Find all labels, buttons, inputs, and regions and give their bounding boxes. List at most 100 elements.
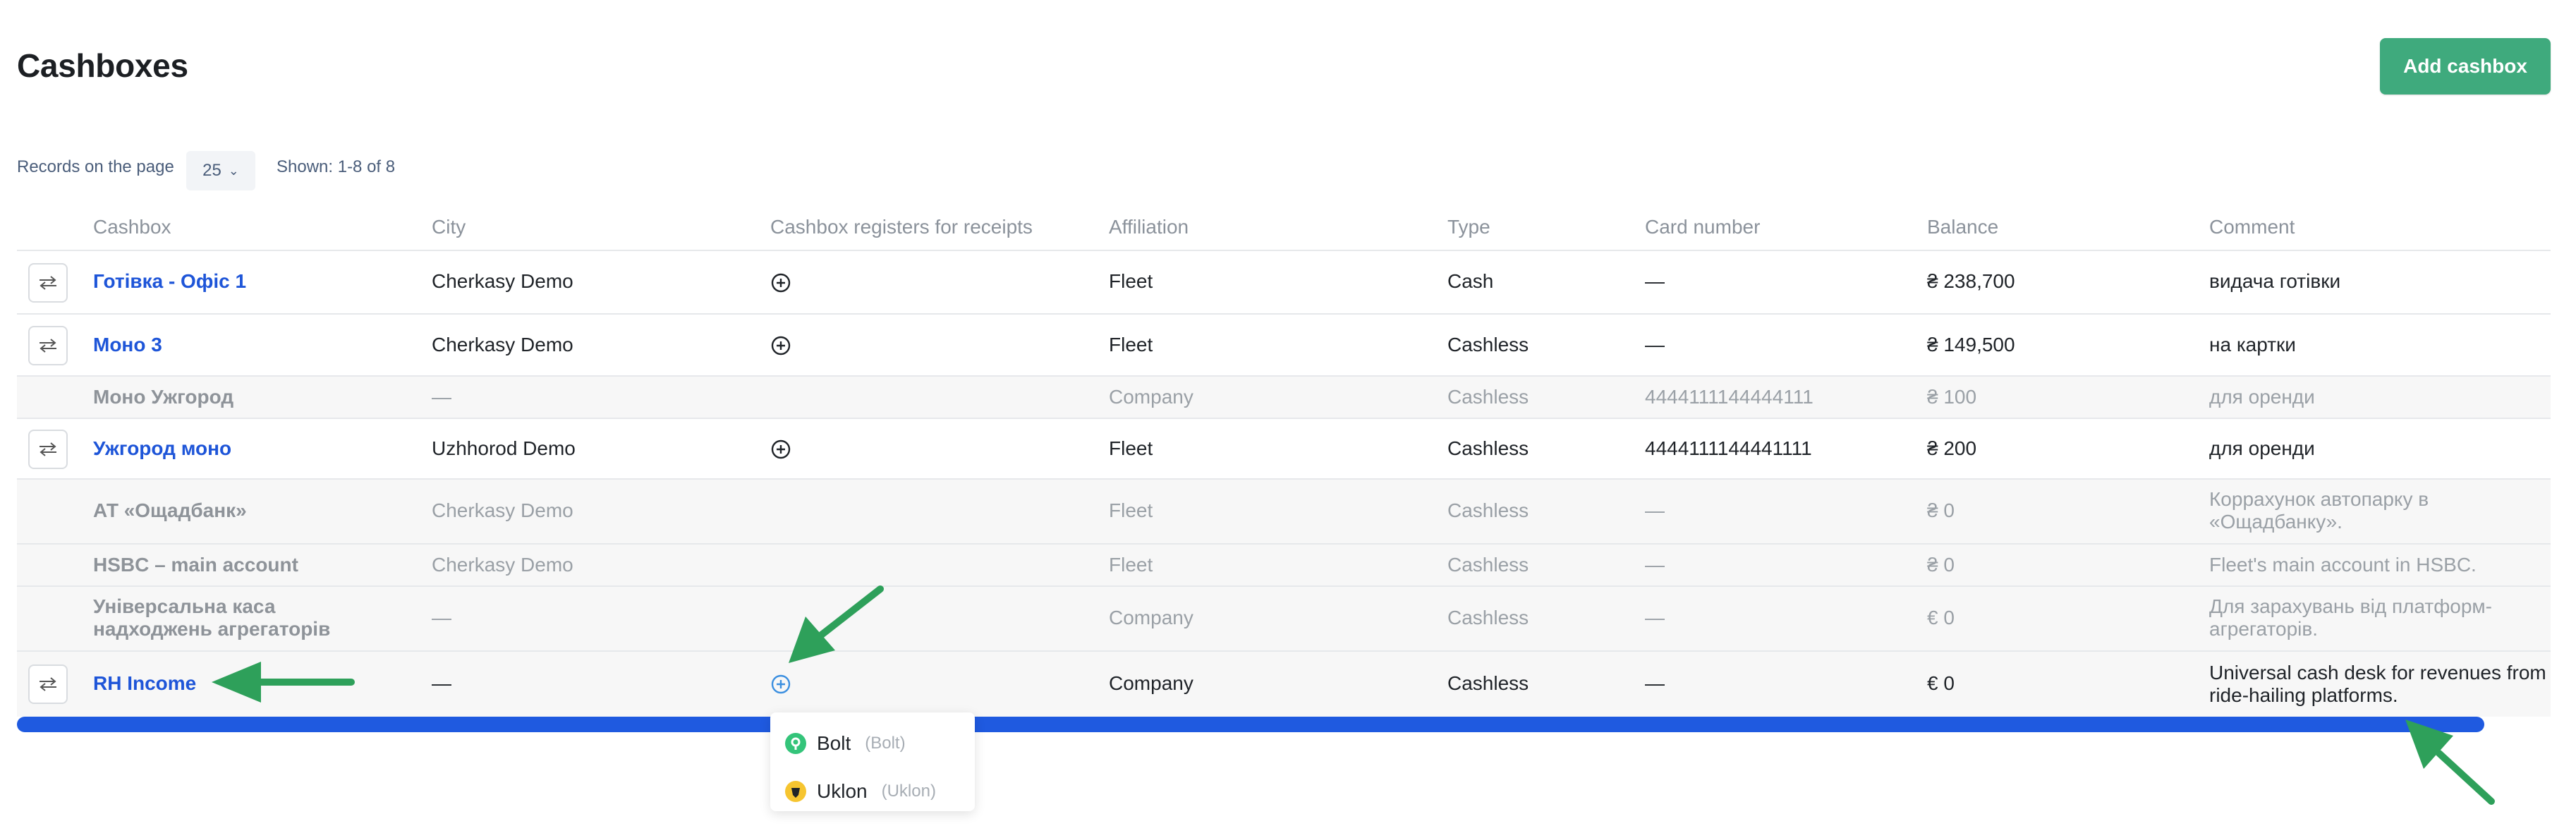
type-cell: Cashless <box>1447 437 1529 459</box>
comment-cell: видача готівки <box>2209 270 2341 292</box>
type-cell: Cashless <box>1447 554 1529 576</box>
card-cell: — <box>1645 554 1665 576</box>
add-register-icon[interactable] <box>770 335 791 356</box>
balance-cell: ₴ 0 <box>1927 554 1955 576</box>
dropdown-item-label: Uklon <box>817 780 868 802</box>
balance-cell: ₴ 0 <box>1927 499 1955 521</box>
col-balance[interactable]: Balance <box>1927 216 1998 238</box>
city-cell: — <box>432 672 451 694</box>
col-cashbox[interactable]: Cashbox <box>93 216 171 238</box>
card-cell: — <box>1645 607 1665 628</box>
table-row[interactable]: Моно Ужгород — Company Cashless 44441111… <box>17 375 2551 418</box>
bolt-icon <box>785 733 806 754</box>
card-cell: 4444111144441111 <box>1645 437 1812 459</box>
cashbox-name-link[interactable]: Ужгород моно <box>93 437 231 460</box>
records-per-page-label: Records on the page <box>17 157 174 176</box>
col-city[interactable]: City <box>432 216 466 238</box>
comment-cell: на картки <box>2209 334 2296 356</box>
type-cell: Cashless <box>1447 499 1529 521</box>
transfer-icon <box>40 442 56 456</box>
table-row[interactable]: Готівка - Офіс 1 Cherkasy Demo Fleet Cas… <box>17 250 2551 313</box>
affiliation-cell: Fleet <box>1109 499 1153 521</box>
add-cashbox-button[interactable]: Add cashbox <box>2380 38 2551 95</box>
uklon-icon <box>785 781 806 802</box>
table-row[interactable]: Ужгород моно Uzhhorod Demo Fleet Cashles… <box>17 418 2551 478</box>
table-row[interactable]: RH Income — Company Cashless — € 0 Unive… <box>17 650 2551 717</box>
per-page-select[interactable]: 25 ⌄ <box>186 151 255 190</box>
type-cell: Cashless <box>1447 607 1529 628</box>
balance-cell: ₴ 149,500 <box>1927 334 2015 356</box>
col-registers[interactable]: Cashbox registers for receipts <box>770 216 1033 238</box>
affiliation-cell: Company <box>1109 607 1193 628</box>
city-cell: Cherkasy Demo <box>432 554 573 576</box>
affiliation-cell: Fleet <box>1109 270 1153 292</box>
col-comment[interactable]: Comment <box>2209 216 2295 238</box>
col-card-number[interactable]: Card number <box>1645 216 1760 238</box>
col-type[interactable]: Type <box>1447 216 1490 238</box>
affiliation-cell: Company <box>1109 386 1193 408</box>
city-cell: Cherkasy Demo <box>432 499 573 521</box>
col-affiliation[interactable]: Affiliation <box>1109 216 1189 238</box>
card-cell: — <box>1645 499 1665 521</box>
card-cell: — <box>1645 334 1665 356</box>
dropdown-item-sub: (Bolt) <box>865 734 906 753</box>
transfer-button[interactable] <box>28 326 68 365</box>
cashbox-name-link[interactable]: RH Income <box>93 672 196 695</box>
transfer-icon <box>40 677 56 691</box>
table-row[interactable]: АТ «Ощадбанк» Cherkasy Demo Fleet Cashle… <box>17 478 2551 543</box>
dropdown-item-uklon[interactable]: Uklon (Uklon) <box>784 776 936 807</box>
cashbox-name: АТ «Ощадбанк» <box>93 499 247 521</box>
comment-cell: Коррахунок автопарку в «Ощадбанку». <box>2209 488 2429 533</box>
shown-count: Shown: 1-8 of 8 <box>277 157 396 176</box>
cashbox-name-link[interactable]: Готівка - Офіс 1 <box>93 270 246 293</box>
page-title: Cashboxes <box>17 47 188 84</box>
transfer-icon <box>40 276 56 290</box>
balance-cell: € 0 <box>1927 672 1955 694</box>
horizontal-scrollbar[interactable] <box>17 717 2484 732</box>
balance-cell: ₴ 200 <box>1927 437 1977 459</box>
add-register-icon[interactable] <box>770 674 791 695</box>
transfer-button[interactable] <box>28 263 68 303</box>
card-cell: 4444111144444111 <box>1645 386 1813 408</box>
city-cell: Uzhhorod Demo <box>432 437 576 459</box>
comment-cell: для оренди <box>2209 437 2315 459</box>
table-row[interactable]: HSBC – main account Cherkasy Demo Fleet … <box>17 543 2551 585</box>
type-cell: Cashless <box>1447 672 1529 694</box>
type-cell: Cashless <box>1447 386 1529 408</box>
transfer-button[interactable] <box>28 430 68 469</box>
city-cell: Cherkasy Demo <box>432 270 573 292</box>
chevron-down-icon: ⌄ <box>228 163 239 178</box>
table-row[interactable]: Моно 3 Cherkasy Demo Fleet Cashless — ₴ … <box>17 313 2551 375</box>
cashbox-name-link[interactable]: Моно 3 <box>93 334 162 356</box>
balance-cell: ₴ 100 <box>1927 386 1977 408</box>
cashbox-name: Універсальна каса надходжень агрегаторів <box>93 595 331 640</box>
dropdown-item-bolt[interactable]: Bolt (Bolt) <box>784 728 906 759</box>
per-page-value: 25 <box>202 161 221 180</box>
table-row[interactable]: Універсальна каса надходжень агрегаторів… <box>17 585 2551 650</box>
cashbox-name: HSBC – main account <box>93 554 298 576</box>
balance-cell: ₴ 238,700 <box>1927 270 2015 292</box>
comment-cell: Для зарахувань від платформ-агрегаторів. <box>2209 595 2493 640</box>
add-register-icon[interactable] <box>770 439 791 460</box>
card-cell: — <box>1645 270 1665 292</box>
comment-cell: Universal cash desk for revenues from ri… <box>2209 662 2546 706</box>
transfer-button[interactable] <box>28 664 68 704</box>
dropdown-item-sub: (Uklon) <box>881 782 936 801</box>
dropdown-item-label: Bolt <box>817 732 851 754</box>
register-dropdown: Bolt (Bolt) Uklon (Uklon) <box>770 712 975 811</box>
comment-cell: для оренди <box>2209 386 2315 408</box>
add-register-icon[interactable] <box>770 272 791 293</box>
affiliation-cell: Fleet <box>1109 554 1153 576</box>
type-cell: Cashless <box>1447 334 1529 356</box>
card-cell: — <box>1645 672 1665 694</box>
affiliation-cell: Company <box>1109 672 1193 694</box>
city-cell: — <box>432 607 451 628</box>
transfer-icon <box>40 339 56 353</box>
city-cell: — <box>432 386 451 408</box>
balance-cell: € 0 <box>1927 607 1955 628</box>
affiliation-cell: Fleet <box>1109 437 1153 459</box>
affiliation-cell: Fleet <box>1109 334 1153 356</box>
comment-cell: Fleet's main account in HSBC. <box>2209 554 2477 576</box>
type-cell: Cash <box>1447 270 1494 292</box>
city-cell: Cherkasy Demo <box>432 334 573 356</box>
